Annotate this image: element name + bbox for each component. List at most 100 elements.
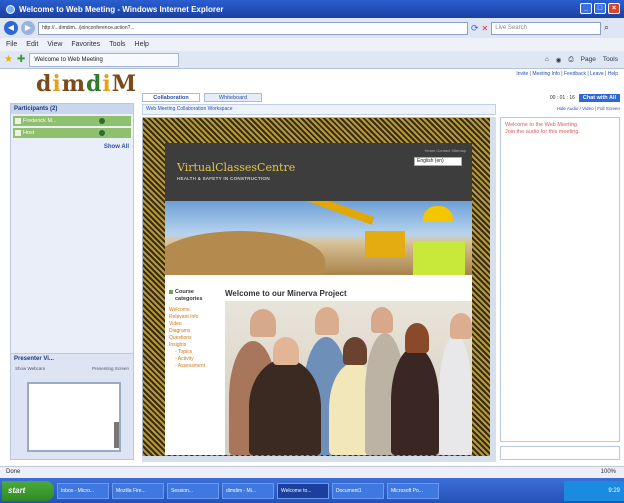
chat-with-all-button[interactable]: Chat with All	[578, 94, 620, 102]
forward-button[interactable]: ▶	[21, 21, 35, 35]
taskbar-item[interactable]: dimdim - Mi...	[222, 482, 274, 499]
search-icon[interactable]: ⌕	[604, 23, 608, 33]
menu-item[interactable]: - Topics	[169, 349, 219, 356]
person-figure	[450, 313, 472, 339]
system-tray-clock[interactable]: 9:29	[564, 480, 624, 501]
person-figure	[250, 309, 276, 337]
taskbar-item[interactable]: Document1	[332, 482, 384, 499]
microphone-icon[interactable]	[99, 130, 105, 136]
close-icon[interactable]: ×	[608, 3, 620, 14]
minimize-icon[interactable]: _	[580, 3, 592, 14]
menu-favorites[interactable]: Favorites	[71, 38, 100, 51]
chat-header: 00 : 01 : 16 Chat with All	[500, 93, 620, 103]
course-categories-heading: Course categories	[169, 289, 219, 303]
command-bar: ⌂ ◉ ⎙ Page Tools	[545, 56, 624, 64]
language-select[interactable]: English (en)	[414, 157, 462, 166]
participants-header[interactable]: Participants (2)	[11, 104, 133, 114]
dirt-mound	[165, 231, 325, 275]
person-figure	[405, 323, 429, 353]
stage-vertical-scrollbar[interactable]	[490, 117, 496, 460]
menu-help[interactable]: Help	[135, 38, 149, 51]
address-bar: ◀ ▶ http://...dimdim.../joinconference.a…	[0, 18, 624, 38]
tools-menu[interactable]: Tools	[603, 56, 618, 64]
taskbar-item[interactable]: Inbox - Micro...	[57, 482, 109, 499]
browser-icon	[6, 4, 15, 14]
status-bar: Done 100%	[0, 466, 624, 478]
tab-whiteboard[interactable]: Whiteboard	[204, 93, 262, 102]
menu-item[interactable]: Relevant Info	[169, 314, 219, 321]
menu-edit[interactable]: Edit	[26, 38, 38, 51]
chat-messages: Welcome to the Web Meeting. Join the aud…	[500, 117, 620, 442]
meeting-timer: 00 : 01 : 16	[549, 95, 575, 101]
search-input[interactable]: Live Search	[491, 21, 602, 35]
window-title: Welcome to Web Meeting - Windows Interne…	[19, 4, 224, 14]
video-window	[27, 382, 121, 452]
favorites-star-icon[interactable]: ★	[4, 54, 13, 65]
hard-hat-icon	[423, 206, 453, 222]
microphone-icon[interactable]	[99, 118, 105, 124]
menu-item[interactable]: - Assessment	[169, 363, 219, 370]
excavator-arm	[305, 201, 375, 225]
welcome-heading: Welcome to our Minerva Project	[225, 289, 347, 298]
taskbar-item[interactable]: Welcome to...	[277, 482, 329, 499]
stage-horizontal-scrollbar[interactable]	[142, 456, 496, 462]
chat-input[interactable]	[500, 446, 620, 460]
site-banner: Home Contact Sitemap VirtualClassesCentr…	[165, 143, 472, 201]
stop-icon[interactable]: ✕	[482, 24, 489, 33]
group-photo	[225, 301, 472, 455]
page-menu[interactable]: Page	[581, 56, 596, 64]
person-figure	[391, 347, 439, 455]
participant-icon	[15, 118, 21, 124]
participant-icon	[15, 130, 21, 136]
zoom-level[interactable]: 100%	[601, 467, 616, 478]
browser-tab-row: ★ ✚ Welcome to Web Meeting ⌂ ◉ ⎙ Page To…	[0, 51, 624, 69]
chat-options-links[interactable]: Hide Audio / Video | Full Screen	[500, 106, 620, 111]
site-subtitle: HEALTH & SAFETY IN CONSTRUCTION	[177, 176, 270, 181]
excavator	[365, 231, 405, 257]
print-icon[interactable]: ⎙	[568, 56, 573, 64]
participant-row[interactable]: Frederick M...	[13, 116, 131, 126]
participants-panel: Participants (2) Frederick M... Host Sho…	[10, 103, 134, 460]
shared-webpage: Home Contact Sitemap VirtualClassesCentr…	[165, 143, 472, 455]
menu-item[interactable]: Welcome	[169, 307, 219, 314]
presenter-tabs: Show Webcam Presenting Screen	[11, 364, 133, 373]
feeds-icon[interactable]: ◉	[556, 56, 562, 64]
screen-tab[interactable]: Presenting Screen	[92, 366, 129, 371]
menu-item[interactable]: Diagrams	[169, 328, 219, 335]
chat-message: Join the audio for this meeting.	[505, 129, 580, 135]
taskbar-item[interactable]: Microsoft Po...	[387, 482, 439, 499]
add-favorite-icon[interactable]: ✚	[17, 54, 25, 65]
workspace-tabs: Collaboration Whiteboard	[142, 93, 262, 102]
show-all-link[interactable]: Show All	[11, 144, 133, 150]
tab-collaboration[interactable]: Collaboration	[142, 93, 200, 102]
course-categories-menu: Course categories Welcome Relevant Info …	[169, 289, 219, 370]
taskbar-item[interactable]: Session...	[167, 482, 219, 499]
home-icon[interactable]: ⌂	[545, 56, 549, 64]
presenter-label: Presenter Vi...	[14, 356, 54, 362]
window-title-bar: Welcome to Web Meeting - Windows Interne…	[0, 0, 624, 18]
url-field[interactable]: http://...dimdim.../joinconference.actio…	[38, 21, 468, 35]
workspace-toolbar: Web Meeting Collaboration Workspace	[142, 104, 496, 115]
menu-view[interactable]: View	[47, 38, 62, 51]
maximize-icon[interactable]: □	[594, 3, 606, 14]
taskbar: start Inbox - Micro... Mozilla Fire... S…	[0, 478, 624, 503]
webcam-tab[interactable]: Show Webcam	[15, 366, 45, 371]
menu-item[interactable]: - Activity	[169, 356, 219, 363]
participant-name: Frederick M...	[23, 118, 57, 124]
participant-row[interactable]: Host	[13, 128, 131, 138]
menu-file[interactable]: File	[6, 38, 17, 51]
start-button[interactable]: start	[2, 480, 54, 501]
site-top-links[interactable]: Home Contact Sitemap	[425, 148, 466, 153]
menu-item[interactable]: Video	[169, 321, 219, 328]
menu-item[interactable]: Insights	[169, 342, 219, 349]
menu-item[interactable]: Questions	[169, 335, 219, 342]
header-links[interactable]: Invite | Meeting Info | Feedback | Leave…	[516, 71, 618, 77]
browser-tab[interactable]: Welcome to Web Meeting	[29, 52, 180, 67]
menu-tools[interactable]: Tools	[109, 38, 125, 51]
taskbar-item[interactable]: Mozilla Fire...	[112, 482, 164, 499]
refresh-icon[interactable]: ⟳	[471, 23, 479, 34]
person-figure	[439, 335, 472, 455]
presenter-video-panel: Presenter Vi... Show Webcam Presenting S…	[11, 353, 133, 459]
back-button[interactable]: ◀	[4, 21, 18, 35]
site-title: VirtualClassesCentre	[177, 161, 296, 174]
